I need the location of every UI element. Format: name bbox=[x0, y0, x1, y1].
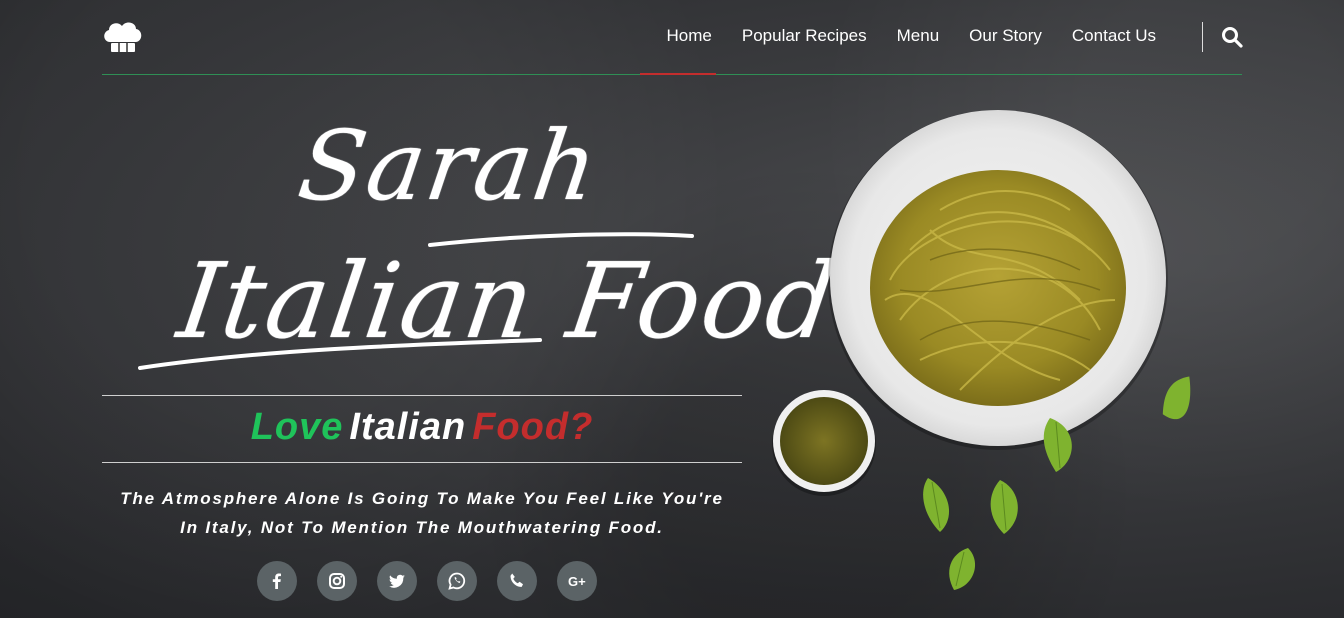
instagram-icon bbox=[329, 573, 345, 589]
nav-link-menu[interactable]: Menu bbox=[897, 26, 940, 46]
social-links: G+ bbox=[257, 561, 597, 601]
nav-link-popular-recipes[interactable]: Popular Recipes bbox=[742, 26, 867, 46]
google-plus-button[interactable]: G+ bbox=[557, 561, 597, 601]
hero-description: The Atmosphere Alone Is Going To Make Yo… bbox=[102, 484, 742, 542]
tagline-bottom-rule bbox=[102, 462, 742, 463]
top-navbar: Home Popular Recipes Menu Our Story Cont… bbox=[102, 0, 1243, 75]
nav-active-indicator bbox=[640, 73, 716, 75]
whatsapp-button[interactable] bbox=[437, 561, 477, 601]
tagline-word-italian: Italian bbox=[349, 406, 467, 448]
tagline-word-food: Food? bbox=[472, 406, 594, 448]
hero-description-line2: In Italy, Not To Mention The Mouthwateri… bbox=[180, 518, 664, 537]
nav-link-home[interactable]: Home bbox=[667, 26, 712, 46]
hero-title-line2: Italian Food bbox=[171, 240, 845, 362]
pasta-dish-image bbox=[772, 110, 1191, 590]
phone-icon bbox=[510, 573, 523, 587]
nav-divider bbox=[1202, 22, 1203, 52]
facebook-icon bbox=[272, 573, 281, 589]
search-icon[interactable] bbox=[1221, 26, 1243, 48]
twitter-icon bbox=[389, 574, 405, 588]
nav-link-our-story[interactable]: Our Story bbox=[969, 26, 1042, 46]
twitter-button[interactable] bbox=[377, 561, 417, 601]
facebook-button[interactable] bbox=[257, 561, 297, 601]
tagline: Love Italian Food? bbox=[102, 406, 742, 449]
instagram-button[interactable] bbox=[317, 561, 357, 601]
hero-title-line1: Sarah bbox=[292, 110, 606, 222]
hero-title: Sarah Italian Food bbox=[100, 100, 844, 390]
google-plus-icon: G+ bbox=[568, 574, 586, 589]
nav-link-contact-us[interactable]: Contact Us bbox=[1072, 26, 1156, 46]
svg-text:G+: G+ bbox=[568, 574, 586, 589]
tagline-top-rule bbox=[102, 395, 742, 396]
tagline-word-love: Love bbox=[250, 406, 344, 448]
hero-description-line1: The Atmosphere Alone Is Going To Make Yo… bbox=[120, 489, 724, 508]
phone-button[interactable] bbox=[497, 561, 537, 601]
chef-hat-icon[interactable] bbox=[102, 20, 144, 54]
whatsapp-icon bbox=[448, 572, 466, 590]
nav-links: Home Popular Recipes Menu Our Story Cont… bbox=[667, 26, 1156, 46]
